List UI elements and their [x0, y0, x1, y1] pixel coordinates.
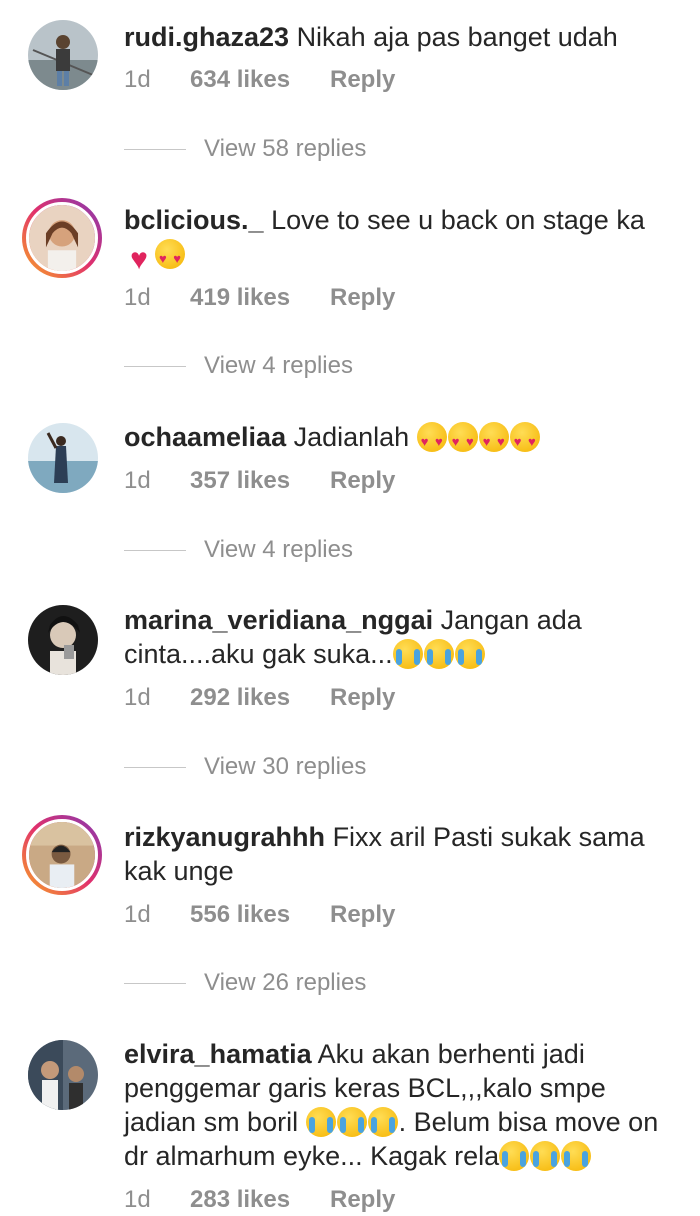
likes-count[interactable]: 634 likes	[190, 66, 330, 94]
heart-eyes-emoji	[447, 422, 478, 459]
comment-meta: 1d 634 likes Reply	[124, 66, 395, 94]
comment-body: Jadianlah	[293, 422, 410, 452]
comment-text: rudi.ghaza23 Nikah aja pas banget udah	[124, 20, 672, 54]
comment-text: bclicious._ Love to see u back on stage …	[124, 203, 672, 276]
comment-text: marina_veridiana_nggai Jangan ada cinta.…	[124, 603, 672, 671]
view-replies-button[interactable]: View 58 replies	[124, 135, 366, 163]
avatar[interactable]	[22, 815, 102, 895]
comment-time: 1d	[124, 467, 151, 494]
comment-text: ochaameliaa Jadianlah	[124, 420, 672, 459]
avatar[interactable]	[22, 198, 102, 278]
view-replies-label: View 4 replies	[204, 536, 353, 563]
divider-line	[124, 365, 186, 367]
username-link[interactable]: marina_veridiana_nggai	[124, 605, 433, 635]
comment-text: rizkyanugrahhh Fixx aril Pasti sukak sam…	[124, 820, 672, 888]
comment-time: 1d	[124, 1186, 151, 1213]
divider-line	[124, 766, 186, 768]
avatar-photo	[29, 205, 95, 271]
comment-meta: 1d 283 likes Reply	[124, 1186, 395, 1214]
comment-body: Nikah aja pas banget udah	[296, 22, 618, 52]
comment-body: Love to see u back on stage ka	[271, 205, 645, 235]
comment-meta: 1d 357 likes Reply	[124, 467, 395, 495]
divider-line	[124, 982, 186, 984]
avatar[interactable]	[28, 605, 98, 675]
avatar-photo	[28, 423, 98, 493]
view-replies-button[interactable]: View 26 replies	[124, 969, 366, 997]
comment-text: elvira_hamatia Aku akan berhenti jadi pe…	[124, 1037, 672, 1173]
view-replies-label: View 4 replies	[204, 352, 353, 379]
likes-count[interactable]: 419 likes	[190, 284, 330, 312]
comment-meta: 1d 556 likes Reply	[124, 901, 395, 929]
divider-line	[124, 148, 186, 150]
view-replies-label: View 58 replies	[204, 135, 367, 162]
view-replies-button[interactable]: View 30 replies	[124, 753, 366, 781]
heart-eyes-emoji	[509, 422, 540, 459]
reply-button[interactable]: Reply	[330, 66, 395, 94]
crying-emoji	[499, 1141, 530, 1171]
crying-emoji	[367, 1107, 398, 1137]
avatar[interactable]	[28, 423, 98, 493]
view-replies-label: View 30 replies	[204, 753, 367, 780]
comment-meta: 1d 419 likes Reply	[124, 284, 395, 312]
avatar[interactable]	[28, 1040, 98, 1110]
reply-button[interactable]: Reply	[330, 684, 395, 712]
username-link[interactable]: elvira_hamatia	[124, 1039, 312, 1069]
crying-emoji	[530, 1141, 561, 1171]
crying-emoji	[336, 1107, 367, 1137]
crying-emoji	[392, 639, 423, 669]
crying-emoji	[454, 639, 485, 669]
crying-emoji	[423, 639, 454, 669]
view-replies-button[interactable]: View 4 replies	[124, 352, 353, 380]
likes-count[interactable]: 556 likes	[190, 901, 330, 929]
avatar-photo	[28, 20, 98, 90]
crying-emoji	[561, 1141, 592, 1171]
reply-button[interactable]: Reply	[330, 467, 395, 495]
username-link[interactable]: ochaameliaa	[124, 422, 286, 452]
likes-count[interactable]: 292 likes	[190, 684, 330, 712]
comment-time: 1d	[124, 284, 151, 311]
comment-time: 1d	[124, 66, 151, 93]
heart-eyes-emoji	[416, 422, 447, 459]
reply-button[interactable]: Reply	[330, 901, 395, 929]
avatar[interactable]	[28, 20, 98, 90]
username-link[interactable]: rizkyanugrahhh	[124, 822, 325, 852]
view-replies-label: View 26 replies	[204, 969, 367, 996]
reply-button[interactable]: Reply	[330, 1186, 395, 1214]
red-heart-emoji: ♥	[130, 243, 148, 276]
avatar-photo	[28, 1040, 98, 1110]
view-replies-button[interactable]: View 4 replies	[124, 536, 353, 564]
crying-emoji	[305, 1107, 336, 1137]
username-link[interactable]: bclicious._	[124, 205, 264, 235]
divider-line	[124, 549, 186, 551]
likes-count[interactable]: 357 likes	[190, 467, 330, 495]
avatar-photo	[28, 605, 98, 675]
comment-time: 1d	[124, 684, 151, 711]
comment-time: 1d	[124, 901, 151, 928]
comment-meta: 1d 292 likes Reply	[124, 684, 395, 712]
likes-count[interactable]: 283 likes	[190, 1186, 330, 1214]
heart-eyes-emoji	[478, 422, 509, 459]
reply-button[interactable]: Reply	[330, 284, 395, 312]
avatar-photo	[29, 822, 95, 888]
username-link[interactable]: rudi.ghaza23	[124, 22, 289, 52]
heart-eyes-emoji	[155, 239, 185, 276]
